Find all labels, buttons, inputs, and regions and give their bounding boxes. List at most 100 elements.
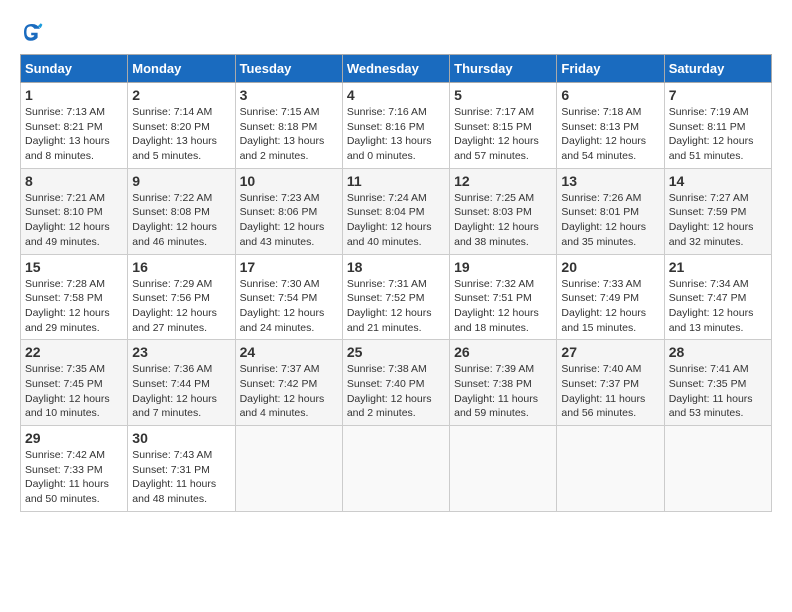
day-number: 8 [25, 173, 123, 189]
day-number: 2 [132, 87, 230, 103]
day-info: Sunrise: 7:27 AMSunset: 7:59 PMDaylight:… [669, 191, 767, 250]
calendar-cell: 7 Sunrise: 7:19 AMSunset: 8:11 PMDayligh… [664, 83, 771, 169]
calendar-cell: 30 Sunrise: 7:43 AMSunset: 7:31 PMDaylig… [128, 426, 235, 512]
day-number: 27 [561, 344, 659, 360]
day-number: 29 [25, 430, 123, 446]
day-number: 13 [561, 173, 659, 189]
calendar-cell: 24 Sunrise: 7:37 AMSunset: 7:42 PMDaylig… [235, 340, 342, 426]
calendar-cell [450, 426, 557, 512]
calendar-cell: 6 Sunrise: 7:18 AMSunset: 8:13 PMDayligh… [557, 83, 664, 169]
day-info: Sunrise: 7:25 AMSunset: 8:03 PMDaylight:… [454, 191, 552, 250]
day-info: Sunrise: 7:43 AMSunset: 7:31 PMDaylight:… [132, 448, 230, 507]
day-info: Sunrise: 7:37 AMSunset: 7:42 PMDaylight:… [240, 362, 338, 421]
day-number: 21 [669, 259, 767, 275]
day-info: Sunrise: 7:23 AMSunset: 8:06 PMDaylight:… [240, 191, 338, 250]
calendar-cell: 3 Sunrise: 7:15 AMSunset: 8:18 PMDayligh… [235, 83, 342, 169]
day-number: 22 [25, 344, 123, 360]
day-info: Sunrise: 7:13 AMSunset: 8:21 PMDaylight:… [25, 105, 123, 164]
day-info: Sunrise: 7:30 AMSunset: 7:54 PMDaylight:… [240, 277, 338, 336]
calendar-cell: 28 Sunrise: 7:41 AMSunset: 7:35 PMDaylig… [664, 340, 771, 426]
day-info: Sunrise: 7:38 AMSunset: 7:40 PMDaylight:… [347, 362, 445, 421]
day-number: 10 [240, 173, 338, 189]
day-number: 26 [454, 344, 552, 360]
day-info: Sunrise: 7:14 AMSunset: 8:20 PMDaylight:… [132, 105, 230, 164]
calendar-cell: 15 Sunrise: 7:28 AMSunset: 7:58 PMDaylig… [21, 254, 128, 340]
calendar-week-row: 1 Sunrise: 7:13 AMSunset: 8:21 PMDayligh… [21, 83, 772, 169]
day-number: 30 [132, 430, 230, 446]
day-number: 18 [347, 259, 445, 275]
day-info: Sunrise: 7:39 AMSunset: 7:38 PMDaylight:… [454, 362, 552, 421]
calendar-table: SundayMondayTuesdayWednesdayThursdayFrid… [20, 54, 772, 512]
day-number: 24 [240, 344, 338, 360]
day-info: Sunrise: 7:31 AMSunset: 7:52 PMDaylight:… [347, 277, 445, 336]
day-header-saturday: Saturday [664, 55, 771, 83]
day-info: Sunrise: 7:33 AMSunset: 7:49 PMDaylight:… [561, 277, 659, 336]
day-info: Sunrise: 7:22 AMSunset: 8:08 PMDaylight:… [132, 191, 230, 250]
calendar-cell: 4 Sunrise: 7:16 AMSunset: 8:16 PMDayligh… [342, 83, 449, 169]
day-number: 12 [454, 173, 552, 189]
day-info: Sunrise: 7:16 AMSunset: 8:16 PMDaylight:… [347, 105, 445, 164]
day-number: 14 [669, 173, 767, 189]
calendar-cell: 1 Sunrise: 7:13 AMSunset: 8:21 PMDayligh… [21, 83, 128, 169]
day-info: Sunrise: 7:35 AMSunset: 7:45 PMDaylight:… [25, 362, 123, 421]
day-header-friday: Friday [557, 55, 664, 83]
calendar-cell: 17 Sunrise: 7:30 AMSunset: 7:54 PMDaylig… [235, 254, 342, 340]
calendar-cell: 29 Sunrise: 7:42 AMSunset: 7:33 PMDaylig… [21, 426, 128, 512]
calendar-cell: 5 Sunrise: 7:17 AMSunset: 8:15 PMDayligh… [450, 83, 557, 169]
day-header-monday: Monday [128, 55, 235, 83]
day-info: Sunrise: 7:29 AMSunset: 7:56 PMDaylight:… [132, 277, 230, 336]
calendar-cell: 13 Sunrise: 7:26 AMSunset: 8:01 PMDaylig… [557, 168, 664, 254]
day-header-sunday: Sunday [21, 55, 128, 83]
day-info: Sunrise: 7:32 AMSunset: 7:51 PMDaylight:… [454, 277, 552, 336]
calendar-week-row: 22 Sunrise: 7:35 AMSunset: 7:45 PMDaylig… [21, 340, 772, 426]
day-info: Sunrise: 7:21 AMSunset: 8:10 PMDaylight:… [25, 191, 123, 250]
day-number: 9 [132, 173, 230, 189]
logo-icon [20, 20, 44, 44]
calendar-cell [664, 426, 771, 512]
day-info: Sunrise: 7:17 AMSunset: 8:15 PMDaylight:… [454, 105, 552, 164]
calendar-cell: 27 Sunrise: 7:40 AMSunset: 7:37 PMDaylig… [557, 340, 664, 426]
logo [20, 20, 48, 44]
calendar-cell [557, 426, 664, 512]
calendar-cell: 18 Sunrise: 7:31 AMSunset: 7:52 PMDaylig… [342, 254, 449, 340]
day-info: Sunrise: 7:15 AMSunset: 8:18 PMDaylight:… [240, 105, 338, 164]
calendar-cell: 11 Sunrise: 7:24 AMSunset: 8:04 PMDaylig… [342, 168, 449, 254]
day-info: Sunrise: 7:42 AMSunset: 7:33 PMDaylight:… [25, 448, 123, 507]
page-header [20, 20, 772, 44]
calendar-cell: 21 Sunrise: 7:34 AMSunset: 7:47 PMDaylig… [664, 254, 771, 340]
day-number: 5 [454, 87, 552, 103]
day-number: 17 [240, 259, 338, 275]
calendar-header-row: SundayMondayTuesdayWednesdayThursdayFrid… [21, 55, 772, 83]
day-info: Sunrise: 7:28 AMSunset: 7:58 PMDaylight:… [25, 277, 123, 336]
day-header-wednesday: Wednesday [342, 55, 449, 83]
calendar-cell [235, 426, 342, 512]
calendar-cell: 20 Sunrise: 7:33 AMSunset: 7:49 PMDaylig… [557, 254, 664, 340]
calendar-cell: 12 Sunrise: 7:25 AMSunset: 8:03 PMDaylig… [450, 168, 557, 254]
calendar-cell: 25 Sunrise: 7:38 AMSunset: 7:40 PMDaylig… [342, 340, 449, 426]
calendar-cell: 19 Sunrise: 7:32 AMSunset: 7:51 PMDaylig… [450, 254, 557, 340]
day-number: 15 [25, 259, 123, 275]
day-info: Sunrise: 7:26 AMSunset: 8:01 PMDaylight:… [561, 191, 659, 250]
day-number: 11 [347, 173, 445, 189]
day-header-thursday: Thursday [450, 55, 557, 83]
calendar-cell [342, 426, 449, 512]
day-number: 25 [347, 344, 445, 360]
calendar-cell: 22 Sunrise: 7:35 AMSunset: 7:45 PMDaylig… [21, 340, 128, 426]
calendar-cell: 10 Sunrise: 7:23 AMSunset: 8:06 PMDaylig… [235, 168, 342, 254]
calendar-cell: 23 Sunrise: 7:36 AMSunset: 7:44 PMDaylig… [128, 340, 235, 426]
day-info: Sunrise: 7:19 AMSunset: 8:11 PMDaylight:… [669, 105, 767, 164]
calendar-cell: 14 Sunrise: 7:27 AMSunset: 7:59 PMDaylig… [664, 168, 771, 254]
day-info: Sunrise: 7:24 AMSunset: 8:04 PMDaylight:… [347, 191, 445, 250]
day-number: 19 [454, 259, 552, 275]
day-number: 6 [561, 87, 659, 103]
day-number: 1 [25, 87, 123, 103]
day-info: Sunrise: 7:40 AMSunset: 7:37 PMDaylight:… [561, 362, 659, 421]
calendar-week-row: 8 Sunrise: 7:21 AMSunset: 8:10 PMDayligh… [21, 168, 772, 254]
day-info: Sunrise: 7:18 AMSunset: 8:13 PMDaylight:… [561, 105, 659, 164]
calendar-cell: 26 Sunrise: 7:39 AMSunset: 7:38 PMDaylig… [450, 340, 557, 426]
calendar-week-row: 15 Sunrise: 7:28 AMSunset: 7:58 PMDaylig… [21, 254, 772, 340]
day-number: 28 [669, 344, 767, 360]
day-number: 3 [240, 87, 338, 103]
day-info: Sunrise: 7:41 AMSunset: 7:35 PMDaylight:… [669, 362, 767, 421]
day-info: Sunrise: 7:36 AMSunset: 7:44 PMDaylight:… [132, 362, 230, 421]
